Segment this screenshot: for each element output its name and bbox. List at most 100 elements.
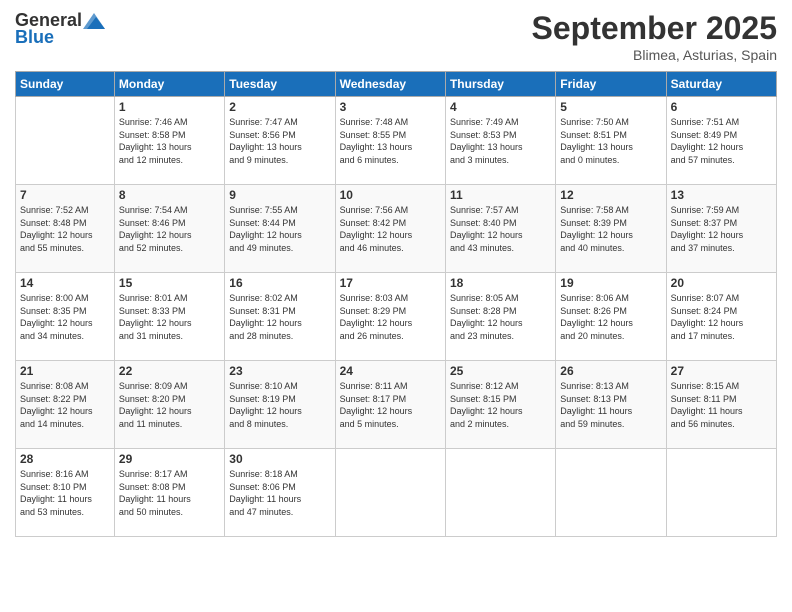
day-number: 10 (340, 188, 441, 202)
day-info: Sunrise: 8:17 AM Sunset: 8:08 PM Dayligh… (119, 468, 220, 518)
day-cell: 6Sunrise: 7:51 AM Sunset: 8:49 PM Daylig… (666, 97, 776, 185)
day-number: 8 (119, 188, 220, 202)
day-number: 12 (560, 188, 661, 202)
day-info: Sunrise: 7:57 AM Sunset: 8:40 PM Dayligh… (450, 204, 551, 254)
day-cell: 21Sunrise: 8:08 AM Sunset: 8:22 PM Dayli… (16, 361, 115, 449)
day-info: Sunrise: 7:56 AM Sunset: 8:42 PM Dayligh… (340, 204, 441, 254)
day-cell: 30 Sunrise: 8:18 AM Sunset: 8:06 PM Dayli… (225, 449, 335, 537)
day-number: 1 (119, 100, 220, 114)
day-cell: 10 Sunrise: 7:56 AM Sunset: 8:42 PM Dayli… (335, 185, 445, 273)
day-cell: 26Sunrise: 8:13 AM Sunset: 8:13 PM Dayli… (556, 361, 666, 449)
day-number: 15 (119, 276, 220, 290)
day-info: Sunrise: 8:16 AM Sunset: 8:10 PM Dayligh… (20, 468, 110, 518)
day-number: 5 (560, 100, 661, 114)
logo-icon (83, 13, 105, 29)
day-info: Sunrise: 7:46 AM Sunset: 8:58 PM Dayligh… (119, 116, 220, 166)
day-cell: 13Sunrise: 7:59 AM Sunset: 8:37 PM Dayli… (666, 185, 776, 273)
header-row: Sunday Monday Tuesday Wednesday Thursday… (16, 72, 777, 97)
day-number: 19 (560, 276, 661, 290)
location: Blimea, Asturias, Spain (532, 47, 777, 63)
day-info: Sunrise: 8:15 AM Sunset: 8:11 PM Dayligh… (671, 380, 772, 430)
day-cell: 23Sunrise: 8:10 AM Sunset: 8:19 PM Dayli… (225, 361, 335, 449)
day-number: 3 (340, 100, 441, 114)
day-cell: 28 Sunrise: 8:16 AM Sunset: 8:10 PM Dayli… (16, 449, 115, 537)
col-monday: Monday (114, 72, 224, 97)
day-number: 4 (450, 100, 551, 114)
day-info: Sunrise: 8:03 AM Sunset: 8:29 PM Dayligh… (340, 292, 441, 342)
day-number: 22 (119, 364, 220, 378)
week-row-3: 14 Sunrise: 8:00 AM Sunset: 8:35 PM Dayli… (16, 273, 777, 361)
day-cell: 1 Sunrise: 7:46 AM Sunset: 8:58 PM Daylig… (114, 97, 224, 185)
day-number: 2 (229, 100, 330, 114)
day-info: Sunrise: 7:47 AM Sunset: 8:56 PM Dayligh… (229, 116, 330, 166)
day-cell: 29 Sunrise: 8:17 AM Sunset: 8:08 PM Dayli… (114, 449, 224, 537)
day-cell: 3 Sunrise: 7:48 AM Sunset: 8:55 PM Daylig… (335, 97, 445, 185)
day-cell (335, 449, 445, 537)
day-number: 26 (560, 364, 661, 378)
day-number: 28 (20, 452, 110, 466)
week-row-4: 21Sunrise: 8:08 AM Sunset: 8:22 PM Dayli… (16, 361, 777, 449)
day-cell: 25 Sunrise: 8:12 AM Sunset: 8:15 PM Dayli… (445, 361, 555, 449)
col-thursday: Thursday (445, 72, 555, 97)
col-wednesday: Wednesday (335, 72, 445, 97)
day-cell: 14 Sunrise: 8:00 AM Sunset: 8:35 PM Dayli… (16, 273, 115, 361)
day-info: Sunrise: 8:12 AM Sunset: 8:15 PM Dayligh… (450, 380, 551, 430)
day-info: Sunrise: 8:11 AM Sunset: 8:17 PM Dayligh… (340, 380, 441, 430)
day-cell (445, 449, 555, 537)
day-cell: 18Sunrise: 8:05 AM Sunset: 8:28 PM Dayli… (445, 273, 555, 361)
day-number: 23 (229, 364, 330, 378)
day-number: 25 (450, 364, 551, 378)
day-cell: 12 Sunrise: 7:58 AM Sunset: 8:39 PM Dayli… (556, 185, 666, 273)
day-info: Sunrise: 7:48 AM Sunset: 8:55 PM Dayligh… (340, 116, 441, 166)
logo: General Blue (15, 10, 106, 48)
day-number: 24 (340, 364, 441, 378)
day-number: 13 (671, 188, 772, 202)
col-sunday: Sunday (16, 72, 115, 97)
week-row-5: 28 Sunrise: 8:16 AM Sunset: 8:10 PM Dayli… (16, 449, 777, 537)
day-cell: 4 Sunrise: 7:49 AM Sunset: 8:53 PM Daylig… (445, 97, 555, 185)
day-cell: 16 Sunrise: 8:02 AM Sunset: 8:31 PM Dayli… (225, 273, 335, 361)
day-cell: 24 Sunrise: 8:11 AM Sunset: 8:17 PM Dayli… (335, 361, 445, 449)
day-cell: 5 Sunrise: 7:50 AM Sunset: 8:51 PM Daylig… (556, 97, 666, 185)
logo-blue: Blue (15, 27, 54, 48)
day-number: 30 (229, 452, 330, 466)
day-info: Sunrise: 8:00 AM Sunset: 8:35 PM Dayligh… (20, 292, 110, 342)
day-info: Sunrise: 7:49 AM Sunset: 8:53 PM Dayligh… (450, 116, 551, 166)
day-number: 11 (450, 188, 551, 202)
week-row-1: 1 Sunrise: 7:46 AM Sunset: 8:58 PM Daylig… (16, 97, 777, 185)
day-info: Sunrise: 7:58 AM Sunset: 8:39 PM Dayligh… (560, 204, 661, 254)
day-info: Sunrise: 8:09 AM Sunset: 8:20 PM Dayligh… (119, 380, 220, 430)
day-info: Sunrise: 8:07 AM Sunset: 8:24 PM Dayligh… (671, 292, 772, 342)
day-number: 17 (340, 276, 441, 290)
col-friday: Friday (556, 72, 666, 97)
day-number: 7 (20, 188, 110, 202)
day-cell: 22 Sunrise: 8:09 AM Sunset: 8:20 PM Dayli… (114, 361, 224, 449)
col-saturday: Saturday (666, 72, 776, 97)
day-number: 27 (671, 364, 772, 378)
day-info: Sunrise: 7:54 AM Sunset: 8:46 PM Dayligh… (119, 204, 220, 254)
calendar-table: Sunday Monday Tuesday Wednesday Thursday… (15, 71, 777, 537)
day-info: Sunrise: 8:08 AM Sunset: 8:22 PM Dayligh… (20, 380, 110, 430)
day-number: 6 (671, 100, 772, 114)
col-tuesday: Tuesday (225, 72, 335, 97)
day-cell: 20 Sunrise: 8:07 AM Sunset: 8:24 PM Dayli… (666, 273, 776, 361)
day-info: Sunrise: 8:06 AM Sunset: 8:26 PM Dayligh… (560, 292, 661, 342)
day-info: Sunrise: 8:05 AM Sunset: 8:28 PM Dayligh… (450, 292, 551, 342)
day-cell (16, 97, 115, 185)
day-number: 29 (119, 452, 220, 466)
day-info: Sunrise: 8:18 AM Sunset: 8:06 PM Dayligh… (229, 468, 330, 518)
day-number: 14 (20, 276, 110, 290)
day-number: 20 (671, 276, 772, 290)
title-block: September 2025 Blimea, Asturias, Spain (532, 10, 777, 63)
day-number: 9 (229, 188, 330, 202)
day-number: 16 (229, 276, 330, 290)
day-cell: 8 Sunrise: 7:54 AM Sunset: 8:46 PM Daylig… (114, 185, 224, 273)
day-info: Sunrise: 7:55 AM Sunset: 8:44 PM Dayligh… (229, 204, 330, 254)
day-cell: 19 Sunrise: 8:06 AM Sunset: 8:26 PM Dayli… (556, 273, 666, 361)
week-row-2: 7Sunrise: 7:52 AM Sunset: 8:48 PM Daylig… (16, 185, 777, 273)
day-info: Sunrise: 8:01 AM Sunset: 8:33 PM Dayligh… (119, 292, 220, 342)
day-info: Sunrise: 7:50 AM Sunset: 8:51 PM Dayligh… (560, 116, 661, 166)
day-cell: 17 Sunrise: 8:03 AM Sunset: 8:29 PM Dayli… (335, 273, 445, 361)
day-cell (556, 449, 666, 537)
day-info: Sunrise: 8:02 AM Sunset: 8:31 PM Dayligh… (229, 292, 330, 342)
